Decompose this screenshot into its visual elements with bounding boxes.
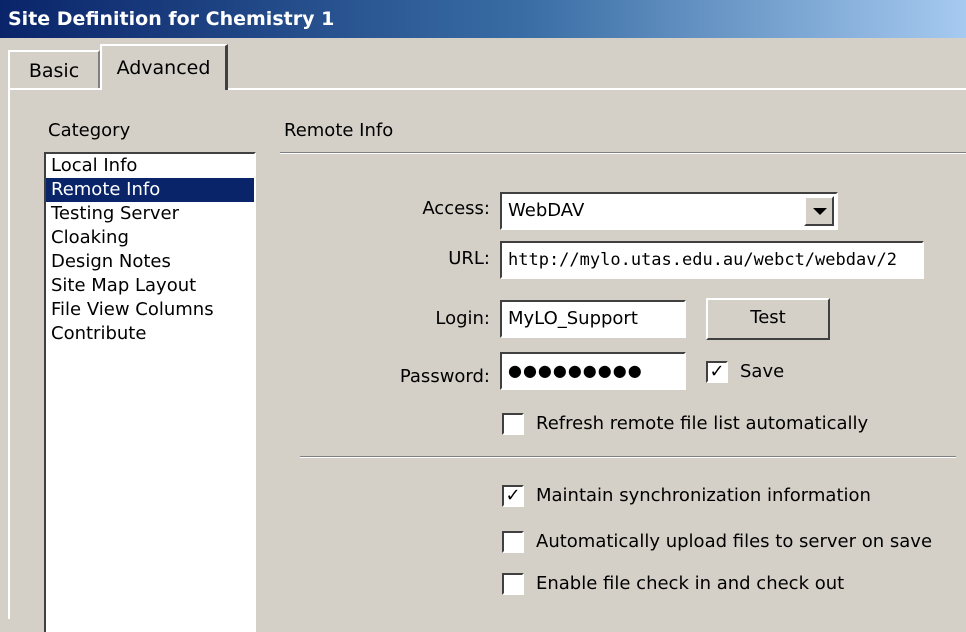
save-checkbox-label: Save [740, 361, 785, 382]
category-item-testing-server[interactable]: Testing Server [46, 202, 254, 226]
access-select[interactable]: WebDAV [500, 192, 838, 230]
check-in-out-checkbox-row[interactable]: Enable file check in and check out [502, 572, 952, 596]
category-item-file-view-columns[interactable]: File View Columns [46, 298, 254, 322]
window-title: Site Definition for Chemistry 1 [0, 0, 966, 38]
maintain-sync-checkbox-label: Maintain synchronization information [536, 485, 871, 506]
url-input[interactable]: http://mylo.utas.edu.au/webct/webdav/2 [500, 241, 924, 279]
check-in-out-checkbox[interactable] [502, 573, 524, 595]
refresh-checkbox-row[interactable]: Refresh remote file list automatically [502, 412, 952, 436]
category-item-remote-info[interactable]: Remote Info [46, 178, 254, 202]
auto-upload-checkbox-row[interactable]: Automatically upload files to server on … [502, 530, 962, 554]
category-list[interactable]: Local Info Remote Info Testing Server Cl… [44, 152, 256, 632]
password-label: Password: [399, 366, 490, 387]
category-heading: Category [48, 120, 131, 141]
chevron-down-icon[interactable] [804, 196, 834, 226]
category-item-local-info[interactable]: Local Info [46, 154, 254, 178]
login-input[interactable]: MyLO_Support [500, 300, 686, 338]
check-in-out-checkbox-label: Enable file check in and check out [536, 573, 845, 594]
access-select-value: WebDAV [508, 200, 585, 221]
options-divider-highlight [300, 457, 956, 458]
section-title: Remote Info [284, 120, 394, 141]
auto-upload-checkbox[interactable] [502, 531, 524, 553]
section-divider-highlight [280, 153, 966, 154]
category-item-site-map-layout[interactable]: Site Map Layout [46, 274, 254, 298]
tab-advanced[interactable]: Advanced [100, 44, 228, 90]
url-label: URL: [448, 248, 490, 269]
maintain-sync-checkbox[interactable]: ✓ [502, 485, 524, 507]
refresh-checkbox-label: Refresh remote file list automatically [536, 413, 869, 434]
auto-upload-checkbox-label: Automatically upload files to server on … [536, 531, 933, 552]
refresh-checkbox[interactable] [502, 413, 524, 435]
login-label: Login: [435, 308, 490, 329]
maintain-sync-checkbox-row[interactable]: ✓ Maintain synchronization information [502, 484, 952, 508]
save-checkbox-row[interactable]: ✓ Save [706, 360, 826, 384]
category-item-contribute[interactable]: Contribute [46, 322, 254, 346]
test-button[interactable]: Test [706, 298, 830, 340]
category-item-cloaking[interactable]: Cloaking [46, 226, 254, 250]
access-label: Access: [422, 198, 490, 219]
tab-panel-border-left [8, 88, 10, 619]
save-checkbox[interactable]: ✓ [706, 361, 728, 383]
password-input[interactable]: ●●●●●●●●● [500, 352, 686, 390]
tab-basic[interactable]: Basic [8, 50, 100, 88]
category-item-design-notes[interactable]: Design Notes [46, 250, 254, 274]
